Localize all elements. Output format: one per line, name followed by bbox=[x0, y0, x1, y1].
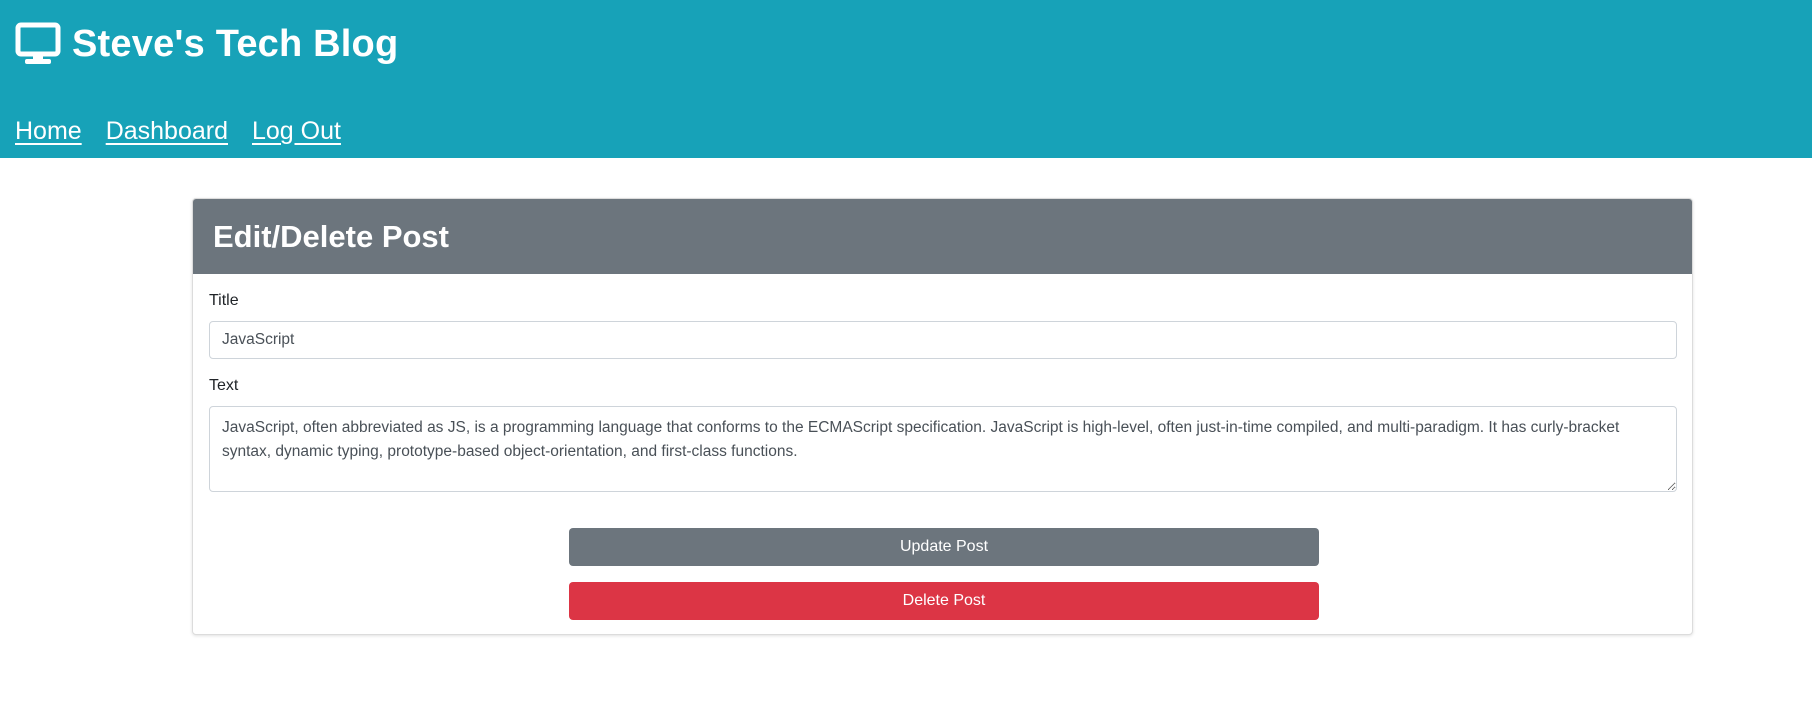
nav-link-dashboard[interactable]: Dashboard bbox=[106, 117, 228, 146]
edit-post-card: Edit/Delete Post Title Text JavaScript, … bbox=[192, 198, 1693, 635]
brand: Steve's Tech Blog bbox=[15, 20, 1797, 68]
card-title: Edit/Delete Post bbox=[213, 218, 449, 254]
card-header: Edit/Delete Post bbox=[193, 199, 1692, 274]
edit-post-form: Title Text JavaScript, often abbreviated… bbox=[193, 274, 1692, 620]
title-input[interactable] bbox=[209, 321, 1677, 359]
site-title: Steve's Tech Blog bbox=[72, 22, 399, 65]
title-label: Title bbox=[209, 292, 239, 309]
text-label: Text bbox=[209, 377, 239, 394]
text-textarea[interactable]: JavaScript, often abbreviated as JS, is … bbox=[209, 406, 1677, 492]
site-header: Steve's Tech Blog Home Dashboard Log Out bbox=[0, 0, 1812, 158]
desktop-monitor-icon bbox=[15, 22, 61, 66]
main-content: Edit/Delete Post Title Text JavaScript, … bbox=[0, 158, 1812, 716]
delete-post-button[interactable]: Delete Post bbox=[569, 582, 1319, 620]
nav-link-logout[interactable]: Log Out bbox=[252, 117, 341, 146]
nav-link-home[interactable]: Home bbox=[15, 117, 82, 146]
main-nav: Home Dashboard Log Out bbox=[15, 117, 1797, 146]
update-post-button[interactable]: Update Post bbox=[569, 528, 1319, 566]
